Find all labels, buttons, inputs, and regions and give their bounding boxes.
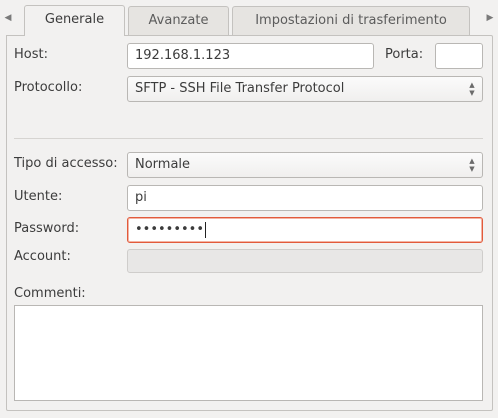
host-label: Host: — [14, 47, 48, 62]
protocol-select[interactable]: SFTP - SSH File Transfer Protocol ▲ ▼ — [127, 76, 483, 102]
protocol-select-value: SFTP - SSH File Transfer Protocol — [135, 81, 345, 96]
text-cursor — [205, 221, 207, 238]
comments-textarea[interactable] — [14, 305, 483, 401]
select-spin-icon: ▲ ▼ — [469, 157, 475, 173]
port-label: Porta: — [385, 47, 424, 62]
tab-bar: ◀ Generale Avanzate Impostazioni di tras… — [0, 0, 498, 36]
account-label: Account: — [14, 249, 71, 264]
access-type-label: Tipo di accesso: — [14, 156, 118, 171]
comments-label: Commenti: — [14, 286, 86, 301]
select-spin-icon: ▲ ▼ — [469, 81, 475, 97]
account-input — [127, 249, 483, 273]
tab-scroll-right-icon[interactable]: ▶ — [485, 12, 495, 24]
user-label: Utente: — [14, 189, 63, 204]
host-input[interactable]: 192.168.1.123 — [127, 43, 374, 69]
tab-scroll-left-icon[interactable]: ◀ — [3, 12, 13, 24]
tab-generale[interactable]: Generale — [24, 5, 125, 36]
password-value: ••••••••• — [135, 222, 205, 237]
tab-avanzate[interactable]: Avanzate — [128, 6, 229, 35]
port-input[interactable] — [435, 43, 483, 69]
tab-impostazioni-trasferimento[interactable]: Impostazioni di trasferimento — [232, 6, 470, 35]
divider — [14, 138, 483, 139]
protocol-label: Protocollo: — [14, 80, 83, 95]
password-input[interactable]: ••••••••• — [127, 217, 483, 243]
access-type-select[interactable]: Normale ▲ ▼ — [127, 152, 483, 178]
access-type-select-value: Normale — [135, 157, 191, 172]
password-label: Password: — [14, 221, 80, 236]
user-input[interactable]: pi — [127, 185, 483, 211]
